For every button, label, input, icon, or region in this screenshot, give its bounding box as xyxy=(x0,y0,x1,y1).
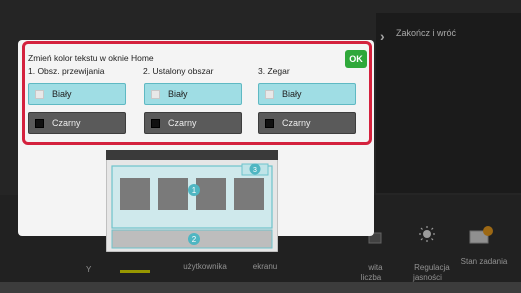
column-header-scroll: 1. Obsz. przewijania xyxy=(28,66,105,76)
svg-text:1: 1 xyxy=(192,186,197,195)
marker-1-icon: 1 xyxy=(188,184,200,196)
clock-white-button[interactable]: Biały xyxy=(258,83,356,105)
layout-preview: 1 2 3 xyxy=(106,150,278,252)
scroll-white-button[interactable]: Biały xyxy=(28,83,126,105)
checkbox-icon xyxy=(35,118,44,128)
ok-button[interactable]: OK xyxy=(345,50,367,68)
svg-text:3: 3 xyxy=(253,167,257,174)
column-header-fixed: 2. Ustalony obszar xyxy=(143,66,214,76)
preview-tile xyxy=(234,178,264,210)
column-header-clock: 3. Zegar xyxy=(258,66,290,76)
checkbox-icon xyxy=(35,89,44,99)
marker-2-icon: 2 xyxy=(188,233,200,245)
clock-black-button[interactable]: Czarny xyxy=(258,112,356,134)
preview-tile xyxy=(158,178,188,210)
checkbox-icon xyxy=(151,89,160,99)
preview-tile xyxy=(196,178,226,210)
scroll-black-button[interactable]: Czarny xyxy=(28,112,126,134)
checkbox-icon xyxy=(265,118,274,128)
dialog-title: Zmień kolor tekstu w oknie Home xyxy=(28,53,154,63)
checkbox-icon xyxy=(151,118,160,128)
checkbox-icon xyxy=(265,89,274,99)
fixed-black-button[interactable]: Czarny xyxy=(144,112,242,134)
svg-text:2: 2 xyxy=(192,235,197,244)
preview-tile xyxy=(120,178,150,210)
fixed-white-button[interactable]: Biały xyxy=(144,83,242,105)
marker-3-icon: 3 xyxy=(249,163,261,175)
